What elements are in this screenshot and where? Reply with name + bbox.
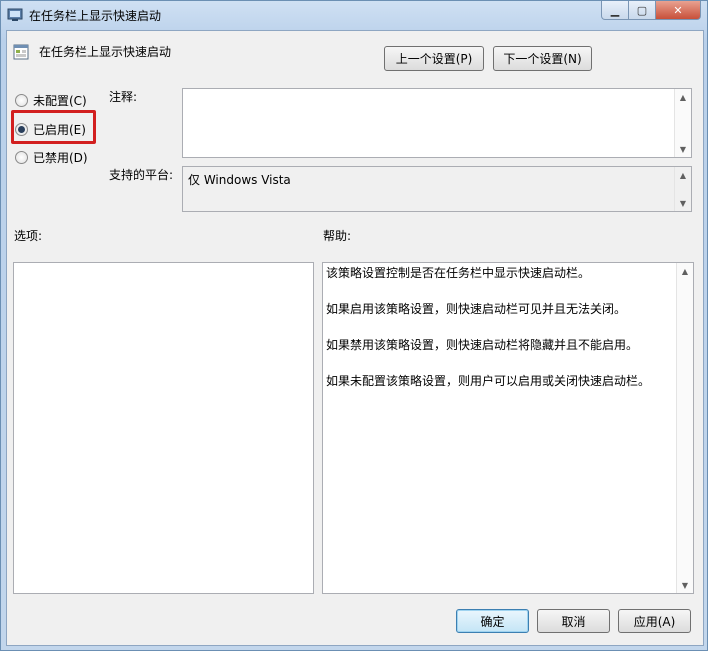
dialog-window: 在任务栏上显示快速启动 ▁ ▢ ✕ 在任务栏上显示快速启动 上一个设置(P) 下… [0,0,708,651]
help-panel[interactable]: 该策略设置控制是否在任务栏中显示快速启动栏。 如果启用该策略设置，则快速启动栏可… [322,262,694,594]
window-controls: ▁ ▢ ✕ [601,1,701,20]
platform-value: 仅 Windows Vista [188,173,291,187]
close-icon[interactable]: ✕ [656,1,701,20]
dialog-client: 在任务栏上显示快速启动 上一个设置(P) 下一个设置(N) 未配置(C) 已启用… [6,30,704,646]
comment-textarea[interactable]: ▲ ▼ [182,88,692,158]
next-setting-button[interactable]: 下一个设置(N) [493,46,592,71]
comment-label: 注释: [109,90,138,104]
radio-not-configured-label: 未配置(C) [33,94,87,108]
help-scrollbar[interactable]: ▲ ▼ [676,263,693,593]
minimize-icon[interactable]: ▁ [601,1,629,20]
options-panel [13,262,314,594]
maximize-icon[interactable]: ▢ [629,1,656,20]
help-paragraph: 如果未配置该策略设置，则用户可以启用或关闭快速启动栏。 [326,374,651,388]
scroll-down-icon[interactable]: ▼ [677,577,693,593]
policy-setting-icon [13,44,29,60]
scroll-down-icon[interactable]: ▼ [675,141,691,157]
comment-scrollbar[interactable]: ▲ ▼ [674,89,691,157]
window-title: 在任务栏上显示快速启动 [29,9,162,23]
title-bar[interactable]: 在任务栏上显示快速启动 ▁ ▢ ✕ [1,1,707,29]
scroll-up-icon[interactable]: ▲ [675,89,691,105]
help-label: 帮助: [323,229,352,243]
enabled-highlight-box [11,110,96,144]
radio-disabled-label: 已禁用(D) [33,151,88,165]
help-text: 该策略设置控制是否在任务栏中显示快速启动栏。 如果启用该策略设置，则快速启动栏可… [326,265,673,409]
help-paragraph: 如果禁用该策略设置，则快速启动栏将隐藏并且不能启用。 [326,338,639,352]
help-paragraph: 如果启用该策略设置，则快速启动栏可见并且无法关闭。 [326,302,627,316]
radio-not-configured[interactable]: 未配置(C) [15,92,87,109]
help-paragraph: 该策略设置控制是否在任务栏中显示快速启动栏。 [326,266,591,280]
scroll-down-icon[interactable]: ▼ [675,195,691,211]
previous-setting-button[interactable]: 上一个设置(P) [384,46,484,71]
scroll-up-icon[interactable]: ▲ [675,167,691,183]
apply-button[interactable]: 应用(A) [618,609,691,633]
radio-disabled-icon[interactable] [15,151,28,164]
platform-scrollbar[interactable]: ▲ ▼ [674,167,691,211]
platform-label: 支持的平台: [109,168,174,182]
cancel-button[interactable]: 取消 [537,609,610,633]
policy-app-icon [7,8,23,21]
options-label: 选项: [14,229,43,243]
scroll-up-icon[interactable]: ▲ [677,263,693,279]
radio-disabled[interactable]: 已禁用(D) [15,149,88,166]
radio-not-configured-icon[interactable] [15,94,28,107]
ok-button[interactable]: 确定 [456,609,529,633]
policy-title: 在任务栏上显示快速启动 [39,45,172,59]
platform-field: 仅 Windows Vista ▲ ▼ [182,166,692,212]
